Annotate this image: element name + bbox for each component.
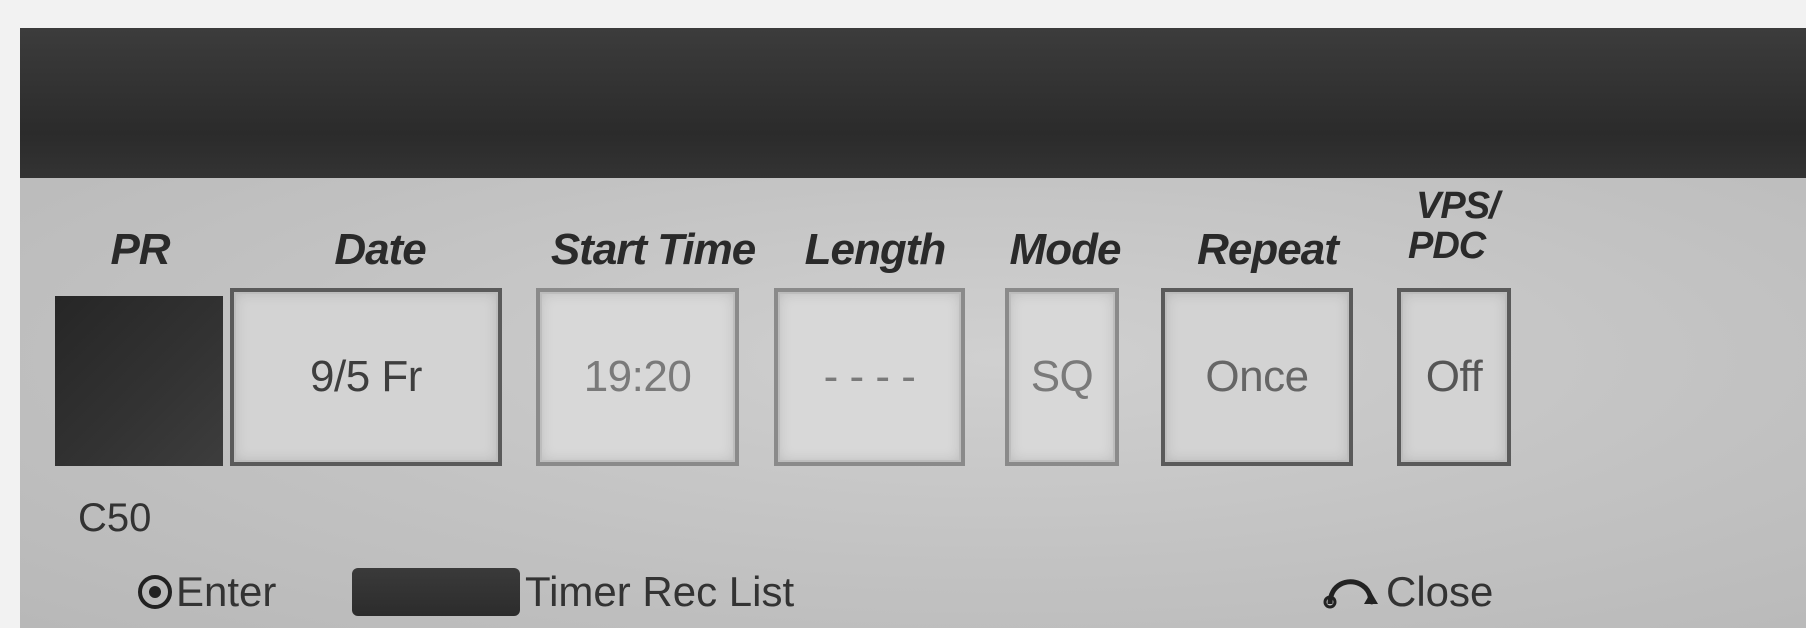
vps-pdc-value: Off xyxy=(1425,352,1483,401)
vps-pdc-header: VPS/ PDC xyxy=(1408,186,1508,266)
color-button-icon xyxy=(352,568,520,616)
length-field[interactable]: - - - - xyxy=(774,288,965,466)
pr-header: PR xyxy=(110,225,170,274)
close-hint: Close xyxy=(1320,568,1493,616)
repeat-header: Repeat xyxy=(1197,225,1339,274)
mode-field[interactable]: SQ xyxy=(1005,288,1119,466)
length-value: - - - - xyxy=(823,352,916,401)
enter-label: Enter xyxy=(176,568,277,615)
close-label: Close xyxy=(1386,568,1494,615)
enter-icon xyxy=(138,575,172,609)
date-value: 9/5 Fr xyxy=(310,352,422,401)
repeat-value: Once xyxy=(1205,352,1309,401)
title-bar xyxy=(20,28,1806,178)
channel-label: C50 xyxy=(78,496,152,540)
vps-header-line2: PDC xyxy=(1408,225,1486,267)
start-time-field[interactable]: 19:20 xyxy=(536,288,739,466)
return-icon xyxy=(1323,579,1378,609)
start-time-header: Start Time xyxy=(550,225,756,274)
timer-rec-list-label: Timer Rec List xyxy=(525,568,795,615)
vps-header-line1: VPS/ xyxy=(1416,185,1500,227)
mode-header: Mode xyxy=(1009,225,1122,274)
mode-value: SQ xyxy=(1030,352,1094,401)
pr-channel-field[interactable] xyxy=(55,296,223,466)
start-time-value: 19:20 xyxy=(583,352,692,401)
timer-rec-list-hint: Timer Rec List xyxy=(525,568,794,616)
repeat-field[interactable]: Once xyxy=(1161,288,1353,466)
date-field[interactable]: 9/5 Fr xyxy=(230,288,502,466)
length-header: Length xyxy=(804,225,947,274)
date-header: Date xyxy=(334,225,426,274)
enter-hint: Enter xyxy=(138,568,276,616)
vps-pdc-field[interactable]: Off xyxy=(1397,288,1511,466)
timer-record-screen: PR Date Start Time Length Mode Repeat VP… xyxy=(20,28,1806,628)
